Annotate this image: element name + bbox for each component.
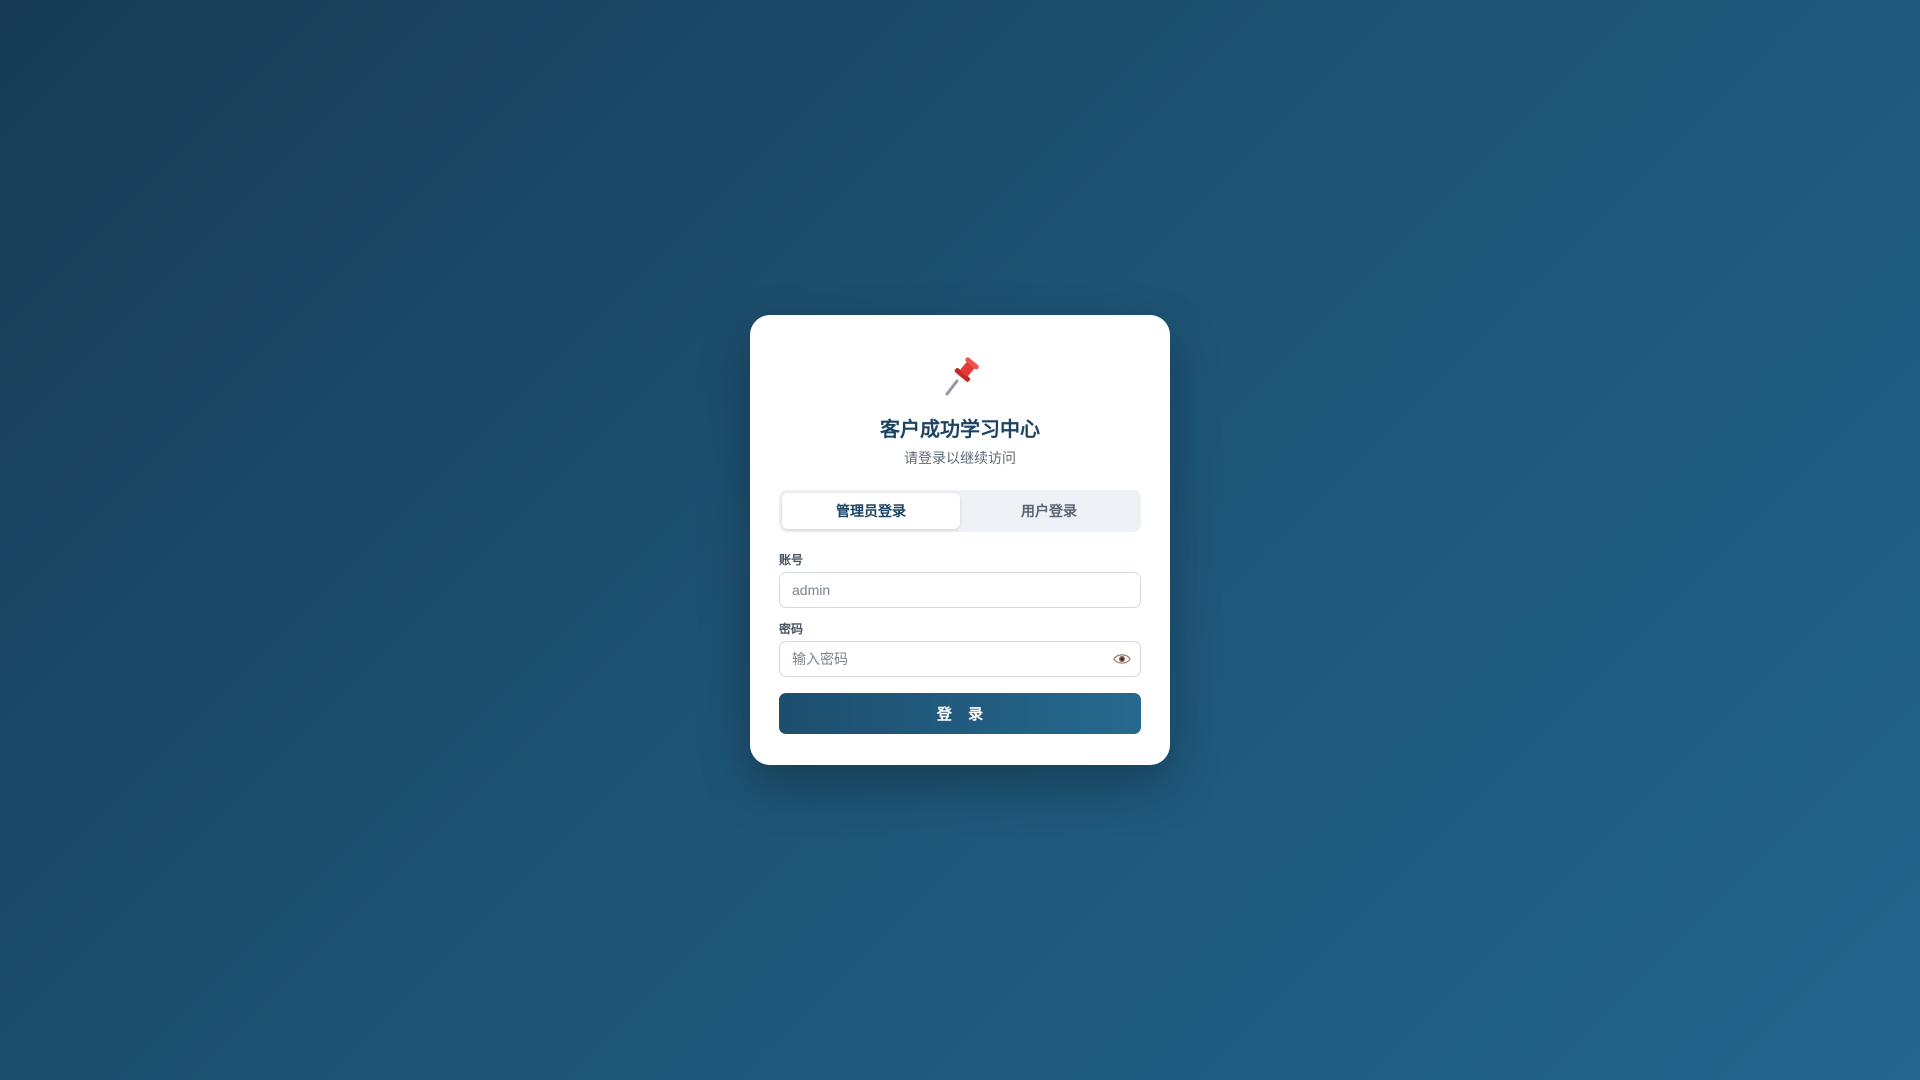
eye-icon[interactable]	[1113, 652, 1131, 666]
account-label: 账号	[779, 553, 804, 567]
login-type-tabs: 管理员登录 用户登录	[779, 490, 1141, 532]
tab-admin-login[interactable]: 管理员登录	[782, 493, 960, 529]
page-title: 客户成功学习中心	[880, 419, 1040, 441]
page-subtitle: 请登录以继续访问	[904, 450, 1016, 466]
account-field-wrapper	[779, 572, 1141, 608]
password-input[interactable]	[779, 641, 1141, 677]
login-button[interactable]: 登 录	[779, 693, 1141, 734]
password-label: 密码	[779, 622, 804, 636]
account-input[interactable]	[779, 572, 1141, 608]
pushpin-icon	[945, 357, 979, 396]
login-card: 客户成功学习中心 请登录以继续访问 管理员登录 用户登录 账号 密码 登 录	[750, 315, 1170, 765]
tab-user-login[interactable]: 用户登录	[960, 493, 1138, 529]
password-field-wrapper	[779, 641, 1141, 677]
